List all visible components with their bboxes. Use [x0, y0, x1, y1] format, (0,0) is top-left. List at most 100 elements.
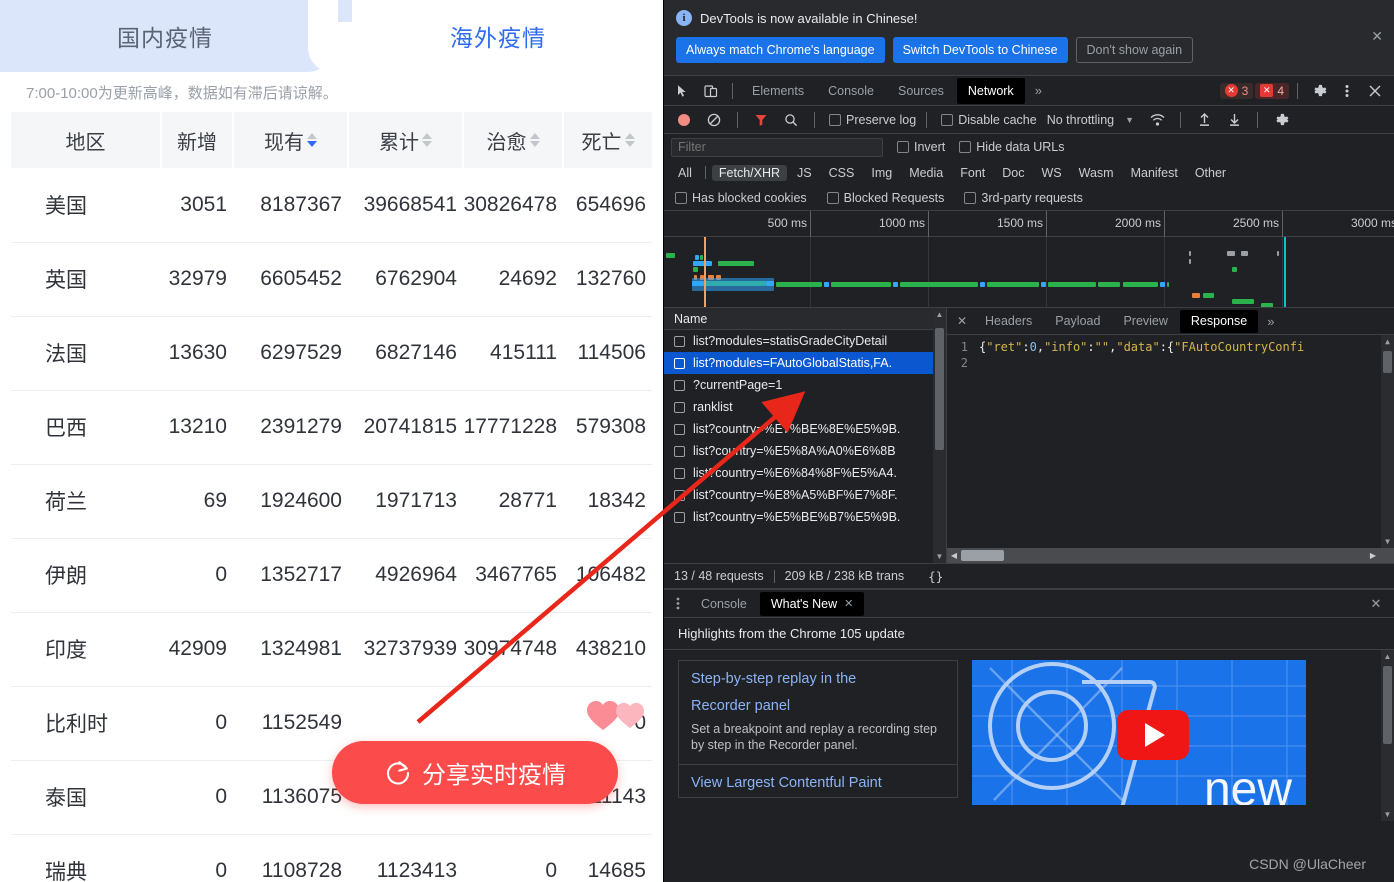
tab-elements[interactable]: Elements [741, 78, 815, 104]
response-scroll-thumb[interactable] [1383, 351, 1392, 373]
detail-tab-preview[interactable]: Preview [1112, 310, 1178, 333]
share-button[interactable]: 分享实时疫情 [332, 741, 618, 804]
search-icon[interactable] [778, 107, 804, 133]
request-row-checkbox-icon[interactable] [674, 489, 685, 501]
resource-type-all[interactable]: All [671, 165, 699, 181]
request-row[interactable]: ranklist [664, 396, 946, 418]
invert-checkbox[interactable]: Invert [897, 140, 945, 154]
resource-type-js[interactable]: JS [790, 165, 819, 181]
column-header-dead[interactable]: 死亡 [563, 112, 652, 168]
resource-type-css[interactable]: CSS [822, 165, 862, 181]
resource-type-manifest[interactable]: Manifest [1124, 165, 1185, 181]
scroll-down-icon[interactable]: ▼ [933, 550, 946, 563]
switch-to-chinese-button[interactable]: Switch DevTools to Chinese [892, 37, 1068, 63]
resource-type-ws[interactable]: WS [1034, 165, 1068, 181]
device-toolbar-icon[interactable] [698, 78, 724, 104]
blocked-requests-checkbox[interactable]: Blocked Requests [826, 191, 944, 205]
hide-data-urls-checkbox[interactable]: Hide data URLs [959, 140, 1065, 154]
request-row-checkbox-icon[interactable] [674, 335, 685, 347]
request-row[interactable]: list?modules=FAutoGlobalStatis,FA. [664, 352, 946, 374]
has-blocked-cookies-checkbox[interactable]: Has blocked cookies [675, 191, 807, 205]
clear-button[interactable] [701, 107, 727, 133]
request-row[interactable]: list?modules=statisGradeCityDetail [664, 330, 946, 352]
card-title-line2[interactable]: Recorder panel [691, 696, 945, 716]
request-row-checkbox-icon[interactable] [674, 445, 685, 457]
close-devtools-icon[interactable] [1362, 78, 1388, 104]
request-row-checkbox-icon[interactable] [674, 423, 685, 435]
detail-tab-overflow-icon[interactable]: » [1259, 314, 1282, 329]
import-har-icon[interactable] [1191, 107, 1217, 133]
drawer-tab-console[interactable]: Console [690, 592, 758, 616]
column-header-current[interactable]: 现有 [233, 112, 349, 168]
request-row-checkbox-icon[interactable] [674, 357, 685, 369]
filter-input[interactable] [671, 137, 883, 157]
response-body[interactable]: 1 2 {"ret":0,"info":"","data":{"FAutoCou… [947, 335, 1394, 548]
tab-overflow-icon[interactable]: » [1027, 83, 1050, 98]
always-match-language-button[interactable]: Always match Chrome's language [676, 37, 885, 63]
resource-type-doc[interactable]: Doc [995, 165, 1031, 181]
sort-arrows-cured-icon[interactable] [529, 133, 540, 147]
sort-arrows-current-icon[interactable] [307, 133, 317, 147]
request-list-header[interactable]: Name [664, 308, 946, 330]
resource-type-fetch-xhr[interactable]: Fetch/XHR [711, 164, 788, 181]
error-count-badge[interactable]: ✕ 3 [1219, 82, 1254, 99]
response-scroll-up-icon[interactable]: ▲ [1381, 335, 1394, 348]
request-row[interactable]: list?country=%E5%8A%A0%E6%8B [664, 440, 946, 462]
response-vertical-scrollbar[interactable]: ▲ ▼ [1381, 335, 1394, 548]
detail-tab-response[interactable]: Response [1179, 309, 1259, 333]
response-hscroll-thumb[interactable] [961, 550, 1004, 561]
detail-tab-payload[interactable]: Payload [1044, 310, 1111, 333]
tab-domestic[interactable]: 国内疫情 [0, 0, 330, 72]
drawer-close-icon[interactable]: ✕ [1366, 594, 1386, 614]
sort-arrows-total-icon[interactable] [422, 133, 432, 147]
record-button[interactable] [671, 107, 697, 133]
card-title-line1[interactable]: Step-by-step replay in the [691, 669, 945, 689]
request-row-checkbox-icon[interactable] [674, 467, 685, 479]
request-list-scrollbar[interactable]: ▲ ▼ [933, 308, 946, 563]
whats-new-card-lcp[interactable]: View Largest Contentful Paint [678, 765, 958, 798]
column-header-total[interactable]: 累计 [348, 112, 464, 168]
throttling-select[interactable]: No throttling [1047, 113, 1114, 127]
drawer-scroll-up-icon[interactable]: ▲ [1381, 650, 1394, 663]
resource-type-img[interactable]: Img [864, 165, 899, 181]
request-row[interactable]: list?country=%E6%84%8F%E5%A4. [664, 462, 946, 484]
settings-gear-icon[interactable] [1306, 78, 1332, 104]
sort-arrows-dead-icon[interactable] [624, 133, 635, 147]
card-lcp-title[interactable]: View Largest Contentful Paint [691, 773, 945, 793]
request-row[interactable]: list?country=%E5%BE%B7%E5%9B. [664, 506, 946, 528]
hscroll-left-icon[interactable]: ◀ [947, 548, 961, 563]
request-row-checkbox-icon[interactable] [674, 401, 685, 413]
banner-close-icon[interactable]: ✕ [1371, 28, 1383, 45]
dont-show-again-button[interactable]: Don't show again [1075, 37, 1194, 63]
third-party-requests-checkbox[interactable]: 3rd-party requests [964, 191, 1083, 205]
drawer-scroll-thumb[interactable] [1383, 666, 1392, 744]
detail-tab-headers[interactable]: Headers [974, 310, 1043, 333]
request-row[interactable]: list?country=%E8%A5%BF%E7%8F. [664, 484, 946, 506]
tab-sources[interactable]: Sources [887, 78, 955, 104]
resource-type-other[interactable]: Other [1188, 165, 1233, 181]
network-settings-gear-icon[interactable] [1268, 107, 1294, 133]
resource-type-media[interactable]: Media [902, 165, 950, 181]
tab-network[interactable]: Network [956, 77, 1025, 104]
export-har-icon[interactable] [1221, 107, 1247, 133]
inspect-element-icon[interactable] [670, 78, 696, 104]
response-horizontal-scrollbar[interactable]: ◀ ▶ [947, 548, 1394, 563]
disable-cache-checkbox[interactable]: Disable cache [941, 113, 1037, 127]
tab-console[interactable]: Console [817, 78, 885, 104]
hscroll-right-icon[interactable]: ▶ [1366, 548, 1380, 563]
whats-new-card-recorder[interactable]: Step-by-step replay in the Recorder pane… [678, 660, 958, 765]
request-row-checkbox-icon[interactable] [674, 511, 685, 523]
request-row[interactable]: list?country=%E7%BE%8E%E5%9B. [664, 418, 946, 440]
column-header-cured[interactable]: 治愈 [463, 112, 564, 168]
resource-type-font[interactable]: Font [953, 165, 992, 181]
request-row[interactable]: ?currentPage=1 [664, 374, 946, 396]
filter-funnel-icon[interactable] [748, 107, 774, 133]
drawer-tab-whats-new[interactable]: What's New ✕ [759, 591, 865, 616]
whats-new-video[interactable]: new [972, 660, 1306, 805]
warning-count-badge[interactable]: ✕ 4 [1255, 82, 1289, 99]
drawer-kebab-icon[interactable] [668, 594, 688, 614]
more-options-kebab-icon[interactable] [1334, 78, 1360, 104]
overview-waterfall[interactable] [664, 237, 1394, 307]
drawer-scroll-down-icon[interactable]: ▼ [1381, 808, 1394, 821]
preserve-log-checkbox[interactable]: Preserve log [829, 113, 916, 127]
